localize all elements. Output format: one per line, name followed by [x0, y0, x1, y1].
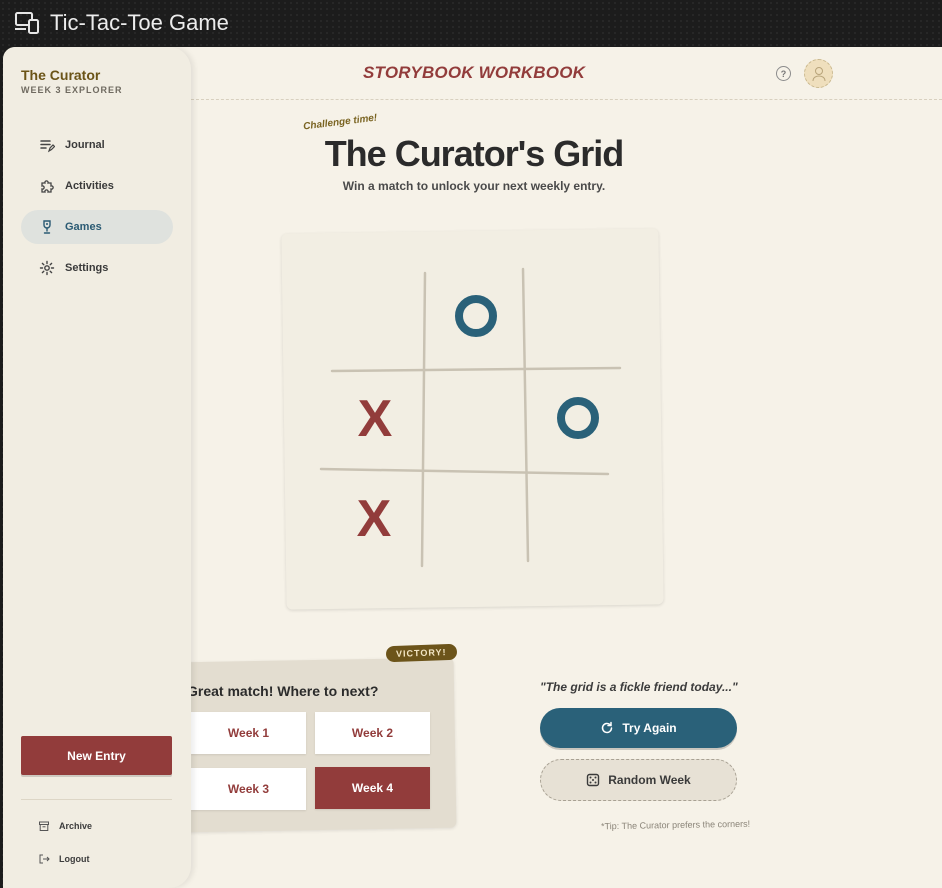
game-title: The Curator's Grid [324, 133, 625, 174]
new-entry-button[interactable]: New Entry [21, 736, 172, 775]
app-window: The Curator WEEK 3 EXPLORER Journal Acti… [3, 47, 942, 888]
try-again-label: Try Again [622, 721, 677, 735]
brand-title: The Curator [21, 67, 101, 83]
dice-icon [586, 773, 600, 787]
try-again-button[interactable]: Try Again [540, 708, 737, 748]
archive-icon [38, 820, 50, 832]
board-cell-3[interactable] [529, 266, 625, 362]
window-titlebar: Tic-Tac-Toe Game [0, 0, 942, 46]
window-title: Tic-Tac-Toe Game [50, 10, 229, 35]
x-mark: X [358, 390, 393, 448]
sidebar-item-journal[interactable]: Journal [21, 128, 173, 162]
archive-label: Archive [59, 821, 93, 831]
sidebar-item-label: Activities [65, 180, 114, 192]
devices-icon [14, 11, 40, 35]
sidebar-item-label: Journal [65, 139, 105, 151]
board-cell-8[interactable] [427, 470, 523, 566]
week-4-button[interactable]: Week 4 [315, 767, 430, 809]
x-mark: X [357, 490, 392, 548]
sidebar-item-label: Games [65, 221, 102, 233]
tip-text: *Tip: The Curator prefers the corners! [600, 818, 751, 832]
avatar[interactable] [804, 59, 833, 88]
brand-subtitle: WEEK 3 EXPLORER [21, 85, 123, 95]
help-icon: ? [780, 68, 787, 79]
sidebar: The Curator WEEK 3 EXPLORER Journal Acti… [3, 47, 191, 888]
curator-quote: "The grid is a fickle friend today..." [540, 680, 738, 694]
sidebar-item-games[interactable]: Games [21, 210, 173, 244]
board-cell-6[interactable] [530, 370, 626, 466]
week-3-button[interactable]: Week 3 [191, 768, 306, 810]
trophy-icon [39, 219, 55, 235]
board-cell-7[interactable]: X [326, 470, 422, 566]
board-cell-1[interactable] [326, 270, 422, 366]
board-cell-5[interactable] [428, 369, 524, 465]
logout-link[interactable]: Logout [38, 853, 90, 865]
victory-badge: VICTORY! [385, 643, 457, 663]
board-cell-9[interactable] [528, 470, 624, 566]
archive-link[interactable]: Archive [38, 820, 92, 832]
help-button[interactable]: ? [776, 66, 791, 81]
challenge-tag: Challenge time! [302, 112, 378, 133]
top-header: STORYBOOK WORKBOOK ? [191, 47, 942, 100]
week-1-button[interactable]: Week 1 [191, 712, 306, 754]
brand: The Curator WEEK 3 EXPLORER [21, 67, 123, 95]
random-week-label: Random Week [608, 773, 691, 787]
sidebar-item-label: Settings [65, 262, 109, 274]
board-cell-4[interactable]: X [327, 370, 423, 466]
gear-icon [39, 260, 55, 276]
logout-label: Logout [59, 854, 90, 864]
game-subtitle: Win a match to unlock your next weekly e… [342, 179, 606, 193]
sidebar-divider [21, 799, 172, 800]
sidebar-item-activities[interactable]: Activities [21, 169, 173, 203]
refresh-icon [600, 721, 614, 735]
sidebar-nav: Journal Activities Games Settings [21, 128, 173, 292]
victory-question: Great match! Where to next? [187, 683, 379, 699]
puzzle-icon [39, 178, 55, 194]
header-title: STORYBOOK WORKBOOK [363, 63, 586, 82]
journal-icon [39, 137, 55, 153]
user-icon [812, 66, 825, 81]
random-week-button[interactable]: Random Week [540, 759, 737, 801]
sidebar-item-settings[interactable]: Settings [21, 251, 173, 285]
tic-tac-toe-board: XX [319, 266, 626, 568]
board-cell-2[interactable] [428, 268, 524, 364]
logout-icon [38, 853, 50, 865]
week-2-button[interactable]: Week 2 [315, 712, 430, 754]
